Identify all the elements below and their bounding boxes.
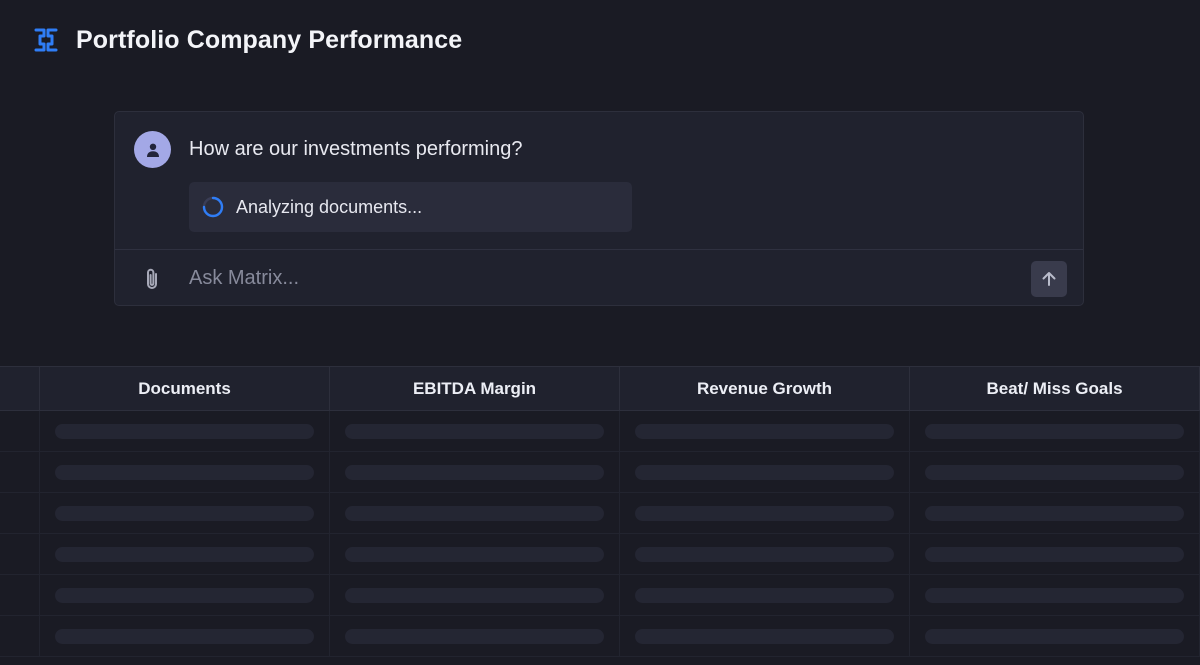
loading-skeleton [345, 546, 604, 562]
table-cell[interactable] [620, 411, 910, 451]
loading-skeleton [635, 628, 894, 644]
table-header: Documents EBITDA Margin Revenue Growth B… [0, 366, 1200, 411]
table-row [0, 534, 1200, 575]
loading-skeleton [925, 587, 1184, 603]
loading-skeleton [925, 423, 1184, 439]
table-cell[interactable] [910, 493, 1200, 533]
loading-skeleton [345, 505, 604, 521]
table-cell[interactable] [910, 534, 1200, 574]
table-body [0, 411, 1200, 657]
loading-skeleton [345, 423, 604, 439]
results-table: Documents EBITDA Margin Revenue Growth B… [0, 366, 1200, 665]
loading-skeleton [345, 587, 604, 603]
loading-skeleton [925, 464, 1184, 480]
matrix-logo-icon [32, 26, 60, 54]
loading-skeleton [635, 505, 894, 521]
loading-skeleton [345, 464, 604, 480]
chat-panel: How are our investments performing? Anal… [114, 111, 1084, 306]
page-title: Portfolio Company Performance [76, 25, 463, 54]
loading-skeleton [635, 546, 894, 562]
loading-skeleton [55, 628, 314, 644]
user-icon [146, 143, 159, 157]
table-cell[interactable] [330, 534, 620, 574]
table-cell[interactable] [330, 452, 620, 492]
loading-skeleton [925, 546, 1184, 562]
loading-skeleton [55, 505, 314, 521]
column-header-revenue-growth[interactable]: Revenue Growth [620, 367, 910, 410]
loading-skeleton [635, 423, 894, 439]
loading-skeleton [635, 587, 894, 603]
loading-skeleton [55, 587, 314, 603]
table-cell[interactable] [40, 411, 330, 451]
page-header: Portfolio Company Performance [32, 24, 462, 56]
row-index-cell [0, 616, 40, 656]
chat-input[interactable] [189, 262, 1009, 294]
loading-skeleton [55, 546, 314, 562]
loading-spinner-icon [202, 196, 224, 218]
table-cell[interactable] [40, 493, 330, 533]
user-message: How are our investments performing? [189, 138, 523, 160]
status-text: Analyzing documents... [236, 196, 423, 217]
table-cell[interactable] [620, 575, 910, 615]
loading-skeleton [345, 628, 604, 644]
table-row [0, 411, 1200, 452]
loading-skeleton [55, 423, 314, 439]
table-row [0, 616, 1200, 657]
table-cell[interactable] [40, 534, 330, 574]
paperclip-icon[interactable] [140, 266, 164, 292]
chat-divider [115, 249, 1083, 250]
user-avatar [134, 131, 171, 168]
table-cell[interactable] [910, 411, 1200, 451]
column-header-beat-miss-goals[interactable]: Beat/ Miss Goals [910, 367, 1200, 410]
analysis-status: Analyzing documents... [189, 182, 632, 232]
send-button[interactable] [1031, 261, 1067, 297]
table-cell[interactable] [330, 575, 620, 615]
column-header-documents[interactable]: Documents [40, 367, 330, 410]
table-cell[interactable] [620, 534, 910, 574]
table-cell[interactable] [620, 616, 910, 656]
table-cell[interactable] [910, 616, 1200, 656]
loading-skeleton [925, 505, 1184, 521]
table-cell[interactable] [910, 452, 1200, 492]
table-cell[interactable] [910, 575, 1200, 615]
row-index-cell [0, 452, 40, 492]
row-index-header [0, 367, 40, 410]
table-cell[interactable] [620, 493, 910, 533]
table-cell[interactable] [40, 575, 330, 615]
loading-skeleton [55, 464, 314, 480]
table-cell[interactable] [330, 493, 620, 533]
table-cell[interactable] [620, 452, 910, 492]
table-cell[interactable] [330, 411, 620, 451]
table-row [0, 575, 1200, 616]
row-index-cell [0, 534, 40, 574]
table-row [0, 493, 1200, 534]
table-row [0, 452, 1200, 493]
arrow-up-icon [1042, 272, 1056, 286]
row-index-cell [0, 575, 40, 615]
loading-skeleton [925, 628, 1184, 644]
table-cell[interactable] [330, 616, 620, 656]
row-index-cell [0, 493, 40, 533]
row-index-cell [0, 411, 40, 451]
user-message-row: How are our investments performing? [134, 131, 522, 168]
column-header-ebitda-margin[interactable]: EBITDA Margin [330, 367, 620, 410]
app-page: Portfolio Company Performance How are ou… [0, 0, 1200, 665]
table-cell[interactable] [40, 452, 330, 492]
loading-skeleton [635, 464, 894, 480]
table-cell[interactable] [40, 616, 330, 656]
